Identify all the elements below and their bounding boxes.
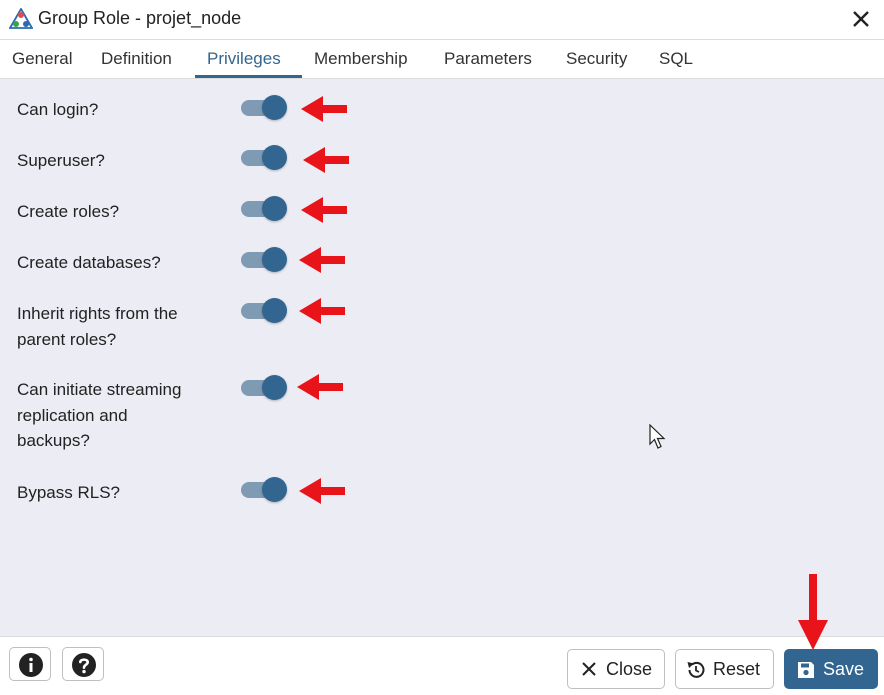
close-button[interactable]: Close [567,649,665,689]
create-databases-label: Create databases? [17,253,161,272]
pgadmin-triangle-icon [9,8,33,29]
annotation-arrow-icon [301,96,347,122]
save-button-label: Save [823,659,865,679]
annotation-arrow-icon [303,147,349,173]
dialog-footer: Close Reset Save [0,636,884,695]
create-databases-toggle[interactable] [241,247,289,273]
save-icon [798,662,814,678]
inherit-rights-toggle[interactable] [241,298,289,324]
annotation-arrow-icon [299,298,345,324]
can-login-toggle[interactable] [241,95,289,121]
tab-sql[interactable]: SQL [659,49,693,69]
streaming-replication-label: Can initiate streaming replication and b… [17,380,182,450]
reset-button[interactable]: Reset [675,649,774,689]
close-icon[interactable] [850,8,872,30]
annotation-arrow-icon [299,247,345,273]
tab-definition[interactable]: Definition [101,49,172,69]
tab-general[interactable]: General [12,49,72,69]
privileges-panel: Can login? Superuser? Create roles? Crea… [0,79,884,636]
close-icon [582,662,596,676]
mouse-pointer-icon [649,424,666,449]
info-button[interactable] [9,647,51,681]
save-button[interactable]: Save [784,649,878,689]
reset-icon [687,661,705,678]
tab-security[interactable]: Security [566,49,627,69]
create-roles-toggle[interactable] [241,196,289,222]
bypass-rls-toggle[interactable] [241,477,289,503]
annotation-arrow-icon [301,197,347,223]
help-button[interactable] [62,647,104,681]
close-button-label: Close [606,659,653,679]
tab-privileges[interactable]: Privileges [207,49,281,69]
tab-bar: General Definition Privileges Membership… [0,40,884,79]
superuser-label: Superuser? [17,151,105,170]
superuser-toggle[interactable] [241,145,289,171]
streaming-replication-toggle[interactable] [241,375,289,401]
help-icon [72,653,96,677]
inherit-rights-label: Inherit rights from the parent roles? [17,304,178,349]
annotation-arrow-icon [297,374,343,400]
info-icon [19,653,43,677]
dialog-title: Group Role - projet_node [38,8,242,28]
can-login-label: Can login? [17,100,99,119]
create-roles-label: Create roles? [17,202,120,221]
reset-button-label: Reset [713,659,761,679]
annotation-arrow-icon [798,574,828,650]
annotation-arrow-icon [299,478,345,504]
dialog-title-bar: Group Role - projet_node [0,0,884,40]
tab-membership[interactable]: Membership [314,49,408,69]
bypass-rls-label: Bypass RLS? [17,483,120,502]
active-tab-indicator [195,75,302,78]
tab-parameters[interactable]: Parameters [444,49,532,69]
